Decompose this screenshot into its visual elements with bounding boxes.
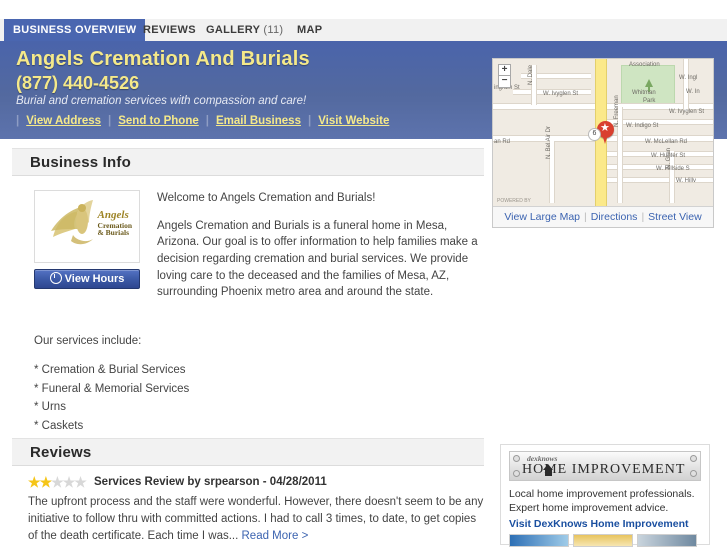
review-read-more-link[interactable]: Read More >	[242, 530, 309, 542]
star-rating: ★★★★★	[28, 474, 87, 491]
map-label: Whitman	[632, 90, 656, 96]
tab-bar: BUSINESS OVERVIEW REVIEWS GALLERY (11) M…	[0, 19, 727, 42]
logo-line-3: & Burials	[97, 228, 130, 238]
screw-icon	[513, 455, 520, 462]
directions-link[interactable]: Directions	[587, 211, 642, 223]
map-pin[interactable]: ★ 6	[588, 121, 614, 145]
tab-gallery-count: (11)	[263, 24, 284, 36]
ad-thumbnail[interactable]	[573, 534, 633, 547]
map-powered-by: POWERED BY	[497, 198, 531, 204]
logo-wordmark: Angels Cremation & Burials	[97, 209, 132, 238]
description-text: Angels Cremation and Burials is a funera…	[157, 219, 478, 299]
business-info-header: Business Info	[12, 148, 484, 176]
logo-inner: Angels Cremation & Burials	[35, 191, 139, 262]
star-icon: ★	[28, 474, 41, 490]
service-item: * Urns	[34, 401, 66, 414]
zoom-out-button[interactable]: −	[498, 76, 511, 88]
ad-text-line-2: Expert home improvement advice.	[509, 502, 669, 515]
review-title: Services Review by srpearson - 04/28/201…	[94, 476, 327, 488]
business-info-body: Angels Cremation & Burials View Hours We…	[12, 176, 484, 472]
reviews-header: Reviews	[12, 438, 484, 466]
map-label: W. Ivyglen St	[669, 109, 705, 115]
tab-label: GALLERY	[206, 24, 261, 36]
tab-reviews[interactable]: REVIEWS	[134, 19, 205, 41]
tab-map[interactable]: MAP	[288, 19, 331, 41]
map-street-label: N. Bel Air Dr	[546, 125, 552, 159]
ad-thumbnails	[509, 534, 701, 547]
pin-tip	[602, 134, 608, 144]
map-canvas[interactable]: Association Whitman Park W. Ingl W. In W…	[493, 59, 713, 206]
map-label: Association	[629, 62, 660, 68]
services-lead: Our services include:	[34, 335, 142, 347]
ad-banner[interactable]: dexknows HOME IMPROVEMENT	[509, 451, 701, 481]
map-label: W. Hillv	[676, 178, 696, 184]
business-listing-page: BUSINESS OVERVIEW REVIEWS GALLERY (11) M…	[0, 0, 727, 547]
map-label: W. Ivyglen St	[543, 91, 579, 97]
advertisement-panel[interactable]: dexknows HOME IMPROVEMENT Local home imp…	[500, 444, 710, 547]
business-description: Welcome to Angels Cremation and Burials!…	[157, 190, 487, 312]
screw-icon	[690, 470, 697, 477]
star-icon: ★	[51, 474, 64, 490]
map-zoom-controls[interactable]: + −	[498, 64, 511, 88]
email-business-link[interactable]: Email Business	[209, 115, 308, 127]
ad-thumbnail[interactable]	[509, 534, 569, 547]
clock-icon	[49, 272, 62, 284]
header-action-links: | View Address | Send to Phone | Email Busine…	[16, 115, 396, 133]
visit-website-link[interactable]: Visit Website	[311, 115, 396, 127]
ad-visit-link[interactable]: Visit DexKnows Home Improvement	[509, 518, 701, 530]
tab-gallery[interactable]: GALLERY (11)	[197, 19, 292, 41]
business-info-title: Business Info	[30, 154, 131, 171]
map-links: View Large Map | Directions | Street View	[493, 206, 713, 227]
map-street-label: N. Freeman	[614, 95, 620, 127]
map-label: an Rd	[494, 139, 511, 145]
screw-icon	[690, 455, 697, 462]
view-hours-button[interactable]: View Hours	[34, 269, 140, 289]
view-large-map-link[interactable]: View Large Map	[500, 211, 584, 223]
star-icon: ★	[62, 474, 76, 490]
business-info-section: Business Info Angels Cremation & Burials…	[12, 148, 484, 472]
business-logo: Angels Cremation & Burials	[34, 190, 140, 263]
tab-business-overview[interactable]: BUSINESS OVERVIEW	[4, 19, 146, 41]
map-label: W. In	[686, 89, 700, 95]
tab-label: BUSINESS OVERVIEW	[13, 24, 137, 36]
map-label: W. Ingl	[679, 75, 698, 81]
star-icon: ★	[39, 474, 53, 490]
screw-icon	[513, 470, 520, 477]
pin-badge: 6	[588, 128, 601, 141]
service-item: * Funeral & Memorial Services	[34, 382, 190, 395]
star-icon: ★	[74, 474, 87, 490]
reviews-title: Reviews	[30, 444, 92, 461]
map-label: W. McLellan Rd	[645, 139, 688, 145]
tab-label: REVIEWS	[143, 24, 196, 36]
star-icon: ★	[600, 121, 610, 134]
map-widget[interactable]: Association Whitman Park W. Ingl W. In W…	[492, 58, 714, 228]
service-item: * Caskets	[34, 419, 84, 432]
review-body: The upfront process and the staff were w…	[28, 494, 486, 545]
map-label: W. Indigo St	[626, 123, 659, 129]
business-tagline: Burial and cremation services with compa…	[16, 95, 307, 107]
map-street-label: N. Gran	[666, 147, 672, 169]
send-to-phone-link[interactable]: Send to Phone	[111, 115, 206, 127]
page-title: Angels Cremation And Burials	[16, 48, 310, 70]
view-address-link[interactable]: View Address	[19, 115, 108, 127]
business-phone: (877) 440-4526	[16, 73, 140, 93]
map-road	[683, 59, 689, 111]
ad-thumbnail[interactable]	[637, 534, 697, 547]
map-label: W. Hillside S	[656, 166, 690, 172]
review-item: ★★★★★ Services Review by srpearson - 04/…	[12, 466, 484, 545]
review-title-row: ★★★★★ Services Review by srpearson - 04/…	[28, 474, 484, 491]
tab-label: MAP	[297, 24, 323, 36]
view-hours-label: View Hours	[64, 273, 125, 285]
welcome-text: Welcome to Angels Cremation and Burials!	[157, 192, 376, 204]
service-item: * Cremation & Burial Services	[34, 364, 186, 377]
map-street-label: N. Dale	[528, 64, 534, 85]
house-icon	[543, 464, 553, 476]
map-label: Park	[643, 98, 656, 104]
street-view-link[interactable]: Street View	[644, 211, 706, 223]
logo-line-1: Angels	[97, 209, 129, 221]
ad-text-line-1: Local home improvement professionals.	[509, 488, 695, 500]
reviews-section: Reviews ★★★★★ Services Review by srpears…	[12, 438, 484, 545]
